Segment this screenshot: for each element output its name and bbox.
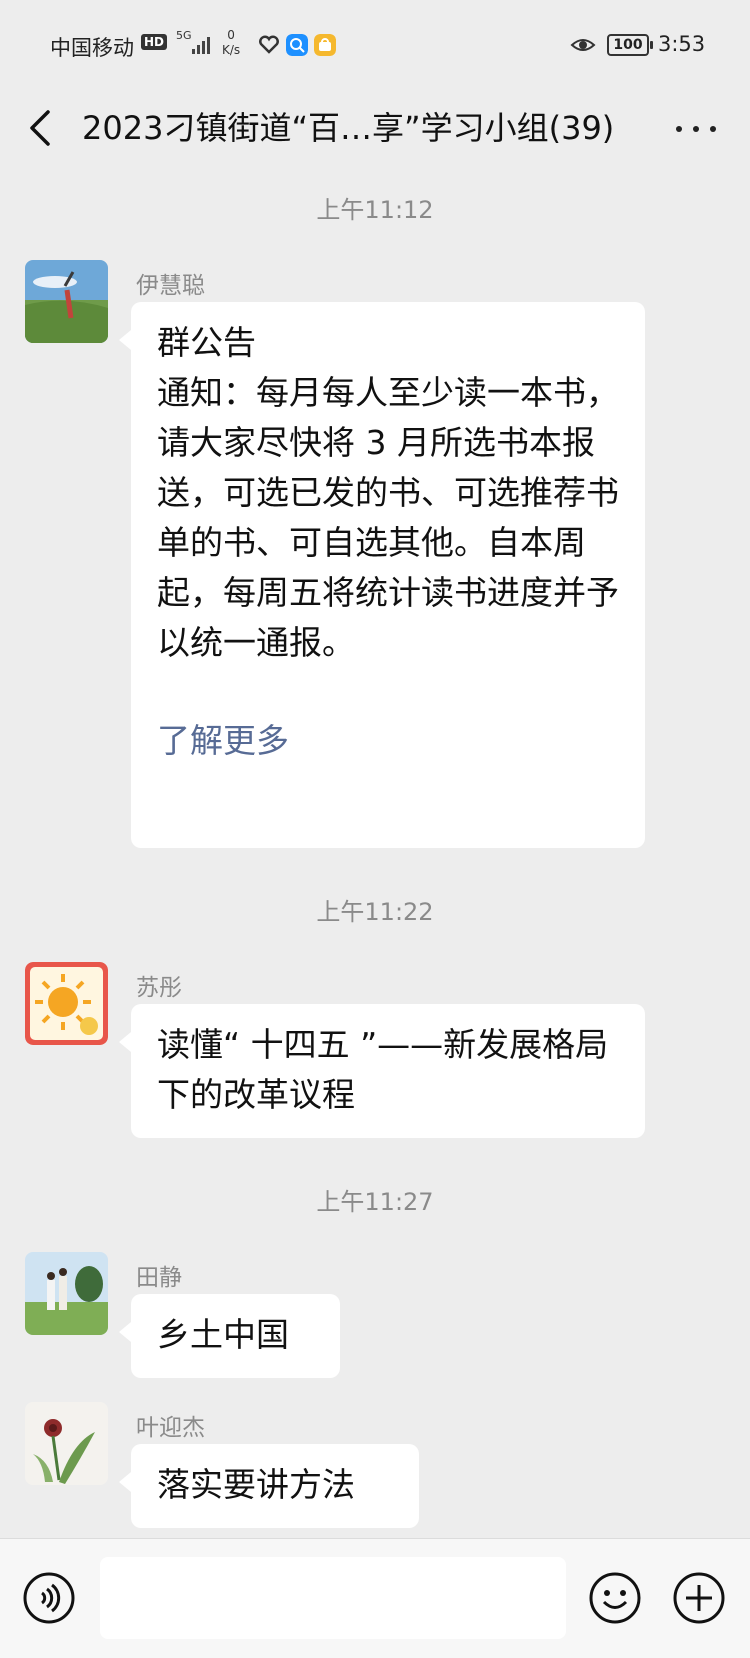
chat-header: 2023刁镇街道“百…享”学习小组(39) <box>0 88 750 168</box>
message-bubble[interactable]: 乡土中国 <box>119 1294 340 1378</box>
sender-name: 苏彤 <box>136 975 182 1001</box>
avatar-image <box>25 1252 108 1335</box>
avatar-image <box>25 260 108 343</box>
sender-name: 田静 <box>136 1265 182 1291</box>
speed-value: 0 <box>227 28 235 42</box>
message-input[interactable] <box>100 1557 566 1639</box>
signal-icon <box>192 36 212 54</box>
avatar[interactable] <box>25 260 108 343</box>
message-timestamp: 上午11:12 <box>316 196 434 224</box>
network-type: 5G <box>176 29 192 42</box>
message-bubble[interactable]: 落实要讲方法 <box>119 1444 419 1528</box>
more-button[interactable] <box>668 98 728 158</box>
carrier-label: 中国移动 <box>50 36 134 60</box>
message-text: 落实要讲方法 <box>157 1465 355 1504</box>
hd-badge: HD <box>141 34 168 50</box>
avatar[interactable] <box>25 1402 108 1485</box>
avatar-image <box>25 962 108 1045</box>
avatar[interactable] <box>25 962 108 1045</box>
emoji-button[interactable] <box>588 1571 642 1625</box>
search-app-icon <box>286 34 308 56</box>
heart-app-icon <box>259 35 279 54</box>
eye-icon <box>570 39 596 51</box>
voice-button[interactable] <box>22 1571 76 1625</box>
battery-indicator: 100 <box>607 34 653 56</box>
status-bar: 中国移动 HD 5G 0 K/s 100 3:53 <box>0 0 750 88</box>
avatar-image <box>25 1402 108 1485</box>
chevron-left-icon <box>30 110 50 146</box>
emoji-icon <box>589 1572 641 1624</box>
message-timestamp: 上午11:27 <box>316 1188 434 1216</box>
plus-icon <box>673 1572 725 1624</box>
announcement-title: 群公告 <box>157 323 256 362</box>
back-button[interactable] <box>22 98 66 158</box>
sender-name: 伊慧聪 <box>136 273 205 299</box>
message-timestamp: 上午11:22 <box>316 898 434 926</box>
chat-title: 2023刁镇街道“百…享”学习小组(39) <box>82 109 615 147</box>
input-bar <box>0 1538 750 1658</box>
message-text: 读懂“ 十四五 ”——新发展格局下的改革议程 <box>157 1025 609 1114</box>
voice-icon <box>23 1572 75 1624</box>
announcement-body: 通知：每月每人至少读一本书，请大家尽快将 3 月所选书本报送，可选已发的书、可选… <box>157 373 619 662</box>
message-bubble[interactable]: 读懂“ 十四五 ”——新发展格局下的改革议程 <box>119 1004 645 1138</box>
mall-app-icon <box>314 34 336 56</box>
clock: 3:53 <box>658 32 706 56</box>
network-speed: 0 K/s <box>222 28 240 58</box>
speed-unit: K/s <box>222 43 241 57</box>
message-text: 乡土中国 <box>157 1315 289 1354</box>
announcement-bubble[interactable]: 群公告 通知：每月每人至少读一本书，请大家尽快将 3 月所选书本报送，可选已发的… <box>119 302 645 848</box>
add-button[interactable] <box>672 1571 726 1625</box>
sender-name: 叶迎杰 <box>136 1415 205 1441</box>
learn-more-link[interactable]: 了解更多 <box>157 716 619 766</box>
avatar[interactable] <box>25 1252 108 1335</box>
